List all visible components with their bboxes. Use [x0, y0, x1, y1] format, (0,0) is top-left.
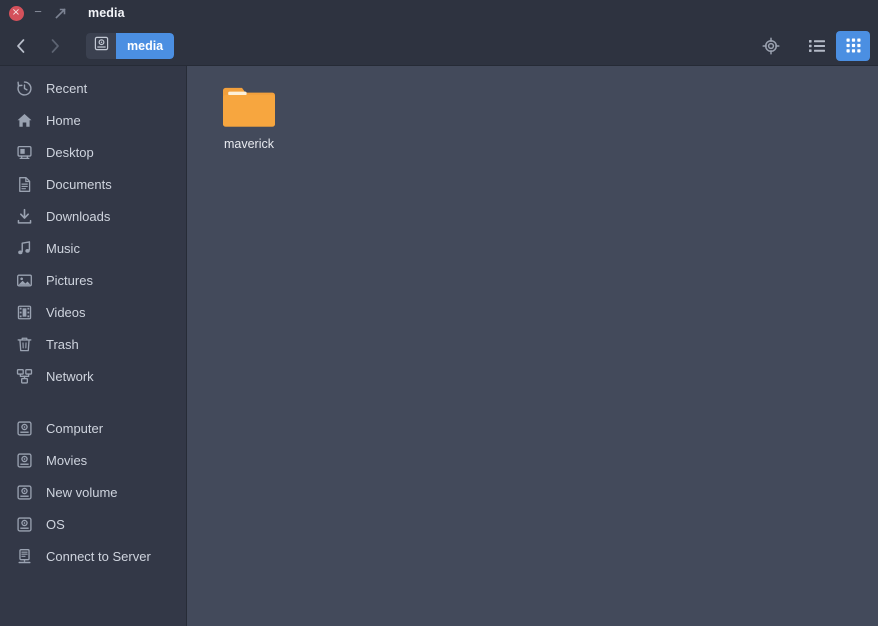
sidebar-item-documents[interactable]: Documents	[0, 168, 186, 200]
folder-icon	[221, 84, 277, 130]
grid-view-button[interactable]	[836, 30, 870, 61]
trash-icon	[14, 334, 34, 354]
sidebar-item-home[interactable]: Home	[0, 104, 186, 136]
list-view-icon	[809, 39, 825, 53]
sidebar-item-label: Videos	[46, 304, 86, 320]
back-button[interactable]	[4, 31, 38, 61]
sidebar-item-label: Downloads	[46, 208, 111, 224]
drive-icon	[94, 36, 109, 56]
download-icon	[14, 206, 34, 226]
sidebar-item-connect-to-server[interactable]: Connect to Server	[0, 540, 186, 572]
sidebar-item-new-volume[interactable]: New volume	[0, 476, 186, 508]
forward-button[interactable]	[38, 31, 72, 61]
sidebar-item-downloads[interactable]: Downloads	[0, 200, 186, 232]
sidebar-item-label: Network	[46, 368, 94, 384]
sidebar-divider	[0, 392, 186, 412]
close-glyph: ×	[11, 6, 21, 18]
sidebar-item-label: Connect to Server	[46, 548, 151, 564]
maximize-button[interactable]	[50, 3, 70, 23]
sidebar-item-label: Recent	[46, 80, 88, 96]
toolbar: media	[0, 26, 878, 66]
sidebar-item-label: Home	[46, 112, 81, 128]
sidebar-item-music[interactable]: Music	[0, 232, 186, 264]
sidebar-item-videos[interactable]: Videos	[0, 296, 186, 328]
sidebar-item-os[interactable]: OS	[0, 508, 186, 540]
sidebar-item-network[interactable]: Network	[0, 360, 186, 392]
sidebar-item-label: Pictures	[46, 272, 93, 288]
drive-icon	[14, 482, 34, 502]
server-icon	[14, 546, 34, 566]
titlebar: × − media	[0, 0, 878, 26]
file-list-area[interactable]: maverick	[187, 66, 878, 626]
window-body: Recent Home Desktop Documents Downloads …	[0, 66, 878, 626]
sidebar-item-label: New volume	[46, 484, 118, 500]
sidebar-item-desktop[interactable]: Desktop	[0, 136, 186, 168]
file-manager-window: × − media media Recent Home Desktop Docu…	[0, 0, 878, 626]
drive-icon	[14, 514, 34, 534]
minimize-icon: −	[34, 4, 42, 19]
sidebar-item-label: Trash	[46, 336, 79, 352]
chevron-left-icon	[15, 38, 27, 54]
chevron-right-icon	[49, 38, 61, 54]
music-note-icon	[14, 238, 34, 258]
grid-view-icon	[846, 38, 861, 53]
sidebar-item-pictures[interactable]: Pictures	[0, 264, 186, 296]
sidebar-item-label: Music	[46, 240, 80, 256]
breadcrumb-root-button[interactable]	[86, 32, 116, 59]
film-icon	[14, 302, 34, 322]
home-icon	[14, 110, 34, 130]
sidebar-item-label: Desktop	[46, 144, 94, 160]
network-icon	[14, 366, 34, 386]
sidebar-item-label: Computer	[46, 420, 104, 436]
sidebar-item-movies[interactable]: Movies	[0, 444, 186, 476]
monitor-icon	[14, 142, 34, 162]
file-item-label: maverick	[223, 137, 274, 151]
breadcrumb-item-media[interactable]: media	[116, 32, 175, 59]
clock-icon	[14, 78, 34, 98]
maximize-icon	[54, 7, 66, 19]
document-icon	[14, 174, 34, 194]
drive-icon	[14, 450, 34, 470]
window-title: media	[88, 6, 125, 20]
sidebar-item-recent[interactable]: Recent	[0, 72, 186, 104]
sidebar-item-label: Movies	[46, 452, 88, 468]
location-target-icon	[762, 36, 780, 55]
sidebar-item-label: OS	[46, 516, 65, 532]
location-target-button[interactable]	[756, 32, 786, 60]
breadcrumb: media	[86, 32, 175, 59]
list-view-button[interactable]	[802, 32, 832, 60]
minimize-button[interactable]: −	[28, 3, 48, 23]
sidebar-item-computer[interactable]: Computer	[0, 412, 186, 444]
close-icon: ×	[8, 5, 24, 21]
picture-icon	[14, 270, 34, 290]
file-item-maverick[interactable]: maverick	[201, 78, 297, 151]
sidebar: Recent Home Desktop Documents Downloads …	[0, 66, 187, 626]
sidebar-item-trash[interactable]: Trash	[0, 328, 186, 360]
drive-icon	[14, 418, 34, 438]
close-button[interactable]: ×	[6, 3, 26, 23]
icon-grid: maverick	[201, 78, 878, 151]
sidebar-item-label: Documents	[46, 176, 112, 192]
